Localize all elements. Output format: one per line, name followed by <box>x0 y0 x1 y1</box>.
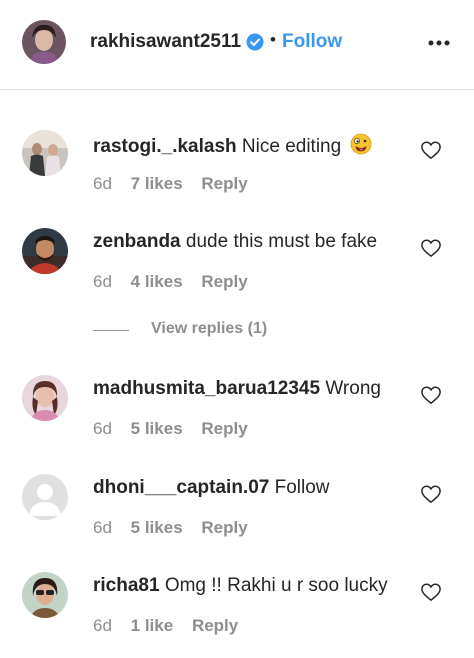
comment-body: Follow <box>274 477 330 498</box>
like-heart-icon[interactable] <box>420 385 442 405</box>
more-options-icon[interactable] <box>426 32 452 54</box>
author-username[interactable]: rakhisawant2511 <box>90 31 241 53</box>
commenter-username[interactable]: dhoni___captain.07 <box>93 477 269 498</box>
comment-likes[interactable]: 7 likes <box>131 174 183 194</box>
commenter-avatar[interactable] <box>22 474 68 520</box>
commenter-username[interactable]: madhusmita_barua12345 <box>93 378 320 399</box>
comment-body: Omg !! Rakhi u r soo lucky <box>164 575 388 596</box>
reply-button[interactable]: Reply <box>201 174 247 194</box>
commenter-username[interactable]: zenbanda <box>93 231 181 252</box>
reply-button[interactable]: Reply <box>192 616 238 636</box>
comment-meta: 6d 5 likes Reply <box>93 518 262 538</box>
comment-item: rastogi._.kalash Nice editing 6d 7 likes… <box>0 126 474 216</box>
comment-item: madhusmita_barua12345 Wrong 6d 5 likes R… <box>0 371 474 461</box>
commenter-avatar[interactable] <box>22 130 68 176</box>
reply-button[interactable]: Reply <box>201 272 247 292</box>
view-replies-divider <box>93 330 129 331</box>
commenter-username[interactable]: rastogi._.kalash <box>93 136 237 157</box>
reply-button[interactable]: Reply <box>201 518 247 538</box>
comment-text: zenbanda dude this must be fake <box>93 231 377 253</box>
like-heart-icon[interactable] <box>420 238 442 258</box>
like-heart-icon[interactable] <box>420 582 442 602</box>
follow-button[interactable]: Follow <box>282 31 342 53</box>
comment-age: 6d <box>93 174 112 193</box>
comment-item: richa81 Omg !! Rakhi u r soo lucky 6d 1 … <box>0 568 474 658</box>
verified-badge-icon <box>246 33 264 51</box>
view-replies-label: View replies (1) <box>151 320 268 337</box>
comment-text: madhusmita_barua12345 Wrong <box>93 378 381 400</box>
separator-dot: • <box>270 30 276 49</box>
comment-item: zenbanda dude this must be fake 6d 4 lik… <box>0 224 474 314</box>
comment-body: dude this must be fake <box>185 231 378 252</box>
post-header: rakhisawant2511 • Follow <box>0 0 474 90</box>
like-heart-icon[interactable] <box>420 484 442 504</box>
comment-likes[interactable]: 5 likes <box>131 419 183 439</box>
comment-meta: 6d 1 like Reply <box>93 616 252 636</box>
comment-text: rastogi._.kalash Nice editing <box>93 133 372 158</box>
comment-likes[interactable]: 4 likes <box>131 272 183 292</box>
crazy-face-emoji-icon <box>351 133 372 155</box>
comment-age: 6d <box>93 272 112 291</box>
comment-meta: 6d 4 likes Reply <box>93 272 262 292</box>
comment-text: richa81 Omg !! Rakhi u r soo lucky <box>93 575 388 597</box>
like-heart-icon[interactable] <box>420 140 442 160</box>
commenter-avatar[interactable] <box>22 228 68 274</box>
comment-meta: 6d 7 likes Reply <box>93 174 262 194</box>
commenter-username[interactable]: richa81 <box>93 575 160 596</box>
comment-age: 6d <box>93 419 112 438</box>
comment-body: Wrong <box>325 378 381 399</box>
author-avatar[interactable] <box>22 20 66 64</box>
reply-button[interactable]: Reply <box>201 419 247 439</box>
comment-meta: 6d 5 likes Reply <box>93 419 262 439</box>
commenter-avatar[interactable] <box>22 572 68 618</box>
comment-body: Nice editing <box>241 136 342 157</box>
comment-likes[interactable]: 1 like <box>131 616 174 636</box>
commenter-avatar[interactable] <box>22 375 68 421</box>
comment-text: dhoni___captain.07 Follow <box>93 477 330 499</box>
comment-age: 6d <box>93 616 112 635</box>
comment-age: 6d <box>93 518 112 537</box>
comment-item: dhoni___captain.07 Follow 6d 5 likes Rep… <box>0 470 474 560</box>
comment-likes[interactable]: 5 likes <box>131 518 183 538</box>
